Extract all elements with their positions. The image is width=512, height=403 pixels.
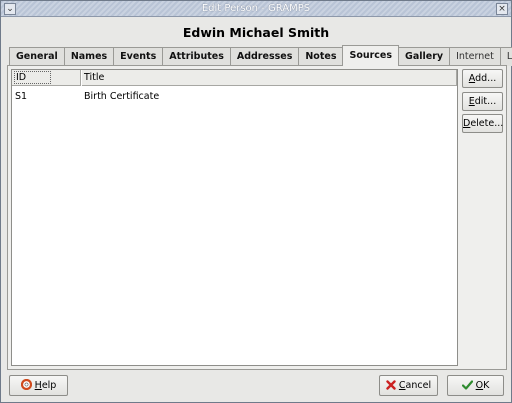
cancel-x-icon [386, 378, 396, 397]
help-label: elp [41, 380, 57, 391]
tab-names[interactable]: Names [63, 47, 115, 66]
help-button[interactable]: Help [9, 375, 68, 396]
close-button[interactable]: × [496, 3, 508, 15]
add-button[interactable]: Add... [462, 69, 503, 88]
tab-bar: General Names Events Attributes Addresse… [9, 45, 512, 66]
cancel-button[interactable]: Cancel [379, 375, 438, 396]
edit-button[interactable]: Edit... [462, 92, 503, 111]
tab-gallery[interactable]: Gallery [398, 47, 451, 66]
tab-general[interactable]: General [9, 47, 65, 66]
row-id-cell: S1 [15, 91, 28, 102]
window-title: Edit Person - GRAMPS [201, 3, 311, 14]
sources-list[interactable]: ID Title S1 Birth Certificate [11, 69, 458, 366]
row-title-cell: Birth Certificate [84, 91, 160, 102]
edit-label: dit... [474, 96, 497, 107]
tab-attributes[interactable]: Attributes [162, 47, 231, 66]
tab-events[interactable]: Events [113, 47, 164, 66]
cancel-label: ancel [405, 380, 432, 391]
tab-addresses[interactable]: Addresses [229, 47, 300, 66]
title-bar[interactable]: ⌄ Edit Person - GRAMPS × [1, 1, 511, 17]
tab-notes[interactable]: Notes [298, 47, 344, 66]
delete-label: elete... [470, 118, 504, 129]
help-lifebuoy-icon [20, 378, 32, 397]
cancel-mnemonic: C [398, 380, 406, 391]
ok-label: K [483, 380, 490, 391]
ok-button[interactable]: OK [447, 375, 504, 396]
ok-check-icon [461, 378, 473, 397]
column-header-title[interactable]: Title [82, 70, 457, 86]
help-mnemonic: H [34, 380, 42, 391]
tab-internet[interactable]: Internet [449, 47, 501, 66]
add-label: dd... [475, 73, 497, 84]
person-name-heading: Edwin Michael Smith [182, 25, 330, 40]
column-header-id[interactable]: ID [12, 70, 81, 86]
table-row[interactable]: S1 Birth Certificate [12, 90, 457, 104]
delete-button[interactable]: Delete... [462, 114, 503, 133]
tab-lds[interactable]: LDS [499, 47, 512, 66]
column-header-id-label: ID [14, 71, 52, 84]
edit-person-window: ⌄ Edit Person - GRAMPS × Edwin Michael S… [0, 0, 512, 403]
ok-mnemonic: O [475, 380, 484, 391]
tab-sources[interactable]: Sources [342, 45, 400, 66]
